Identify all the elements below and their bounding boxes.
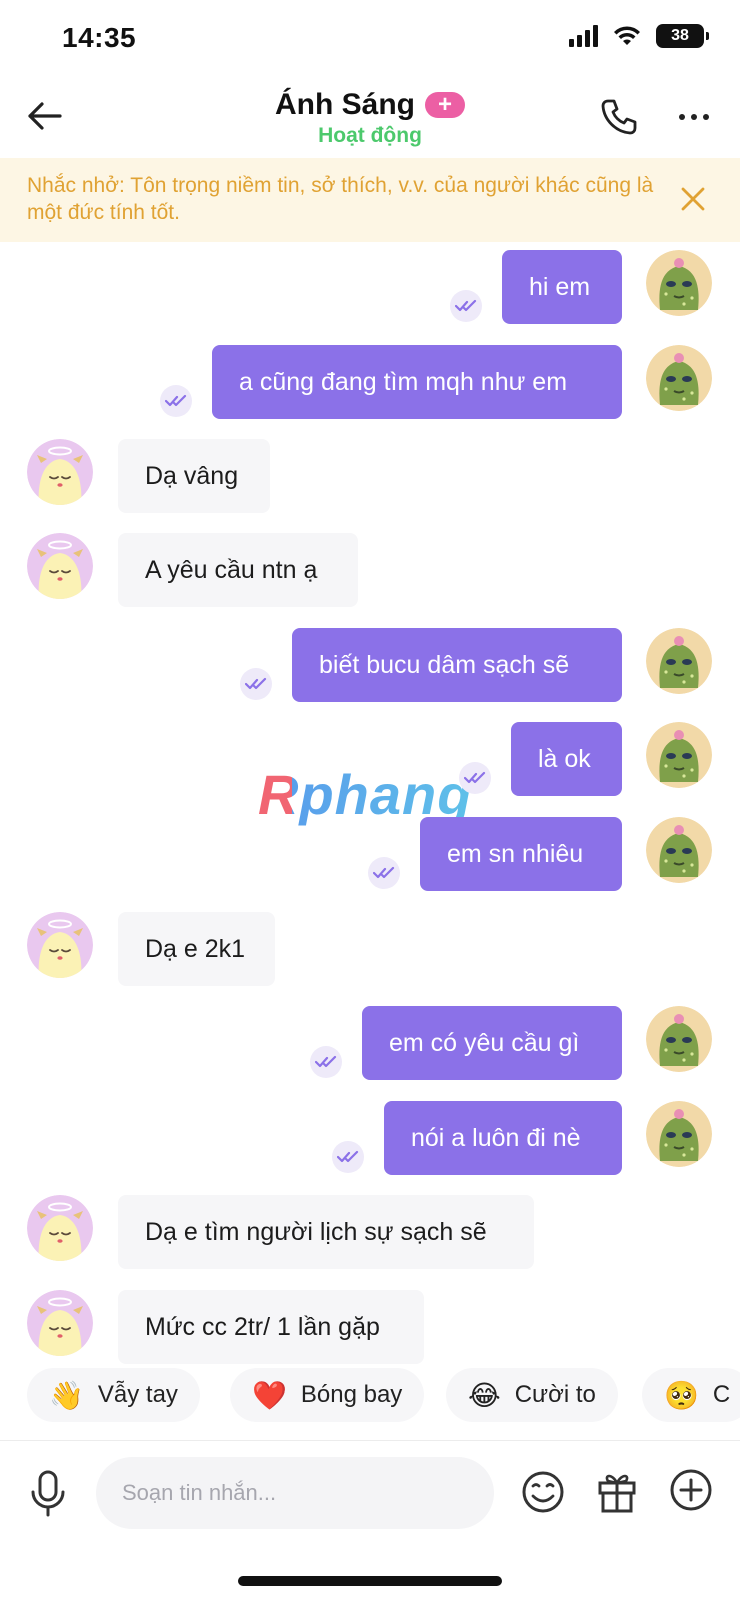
contact-name-row: Ánh Sáng + [275, 88, 465, 122]
reaction-emoji-icon: 👋 [49, 1379, 84, 1411]
more-options-button[interactable] [672, 94, 716, 140]
avatar[interactable] [27, 912, 93, 978]
contact-name: Ánh Sáng [275, 88, 415, 121]
close-icon[interactable] [678, 184, 708, 214]
avatar[interactable] [646, 250, 712, 316]
message-incoming: Mức cc 2tr/ 1 lần gặp [0, 1290, 740, 1370]
battery-indicator: 38 [656, 24, 709, 48]
reaction-emoji-icon: ❤️ [252, 1379, 287, 1411]
message-bubble[interactable]: là ok [511, 722, 622, 796]
reminder-banner: Nhắc nhở: Tôn trọng niềm tin, sở thích, … [0, 158, 740, 242]
quick-reaction-chip[interactable]: 👋 Vẫy tay [27, 1368, 200, 1422]
avatar[interactable] [646, 1006, 712, 1072]
message-outgoing: là ok [0, 722, 740, 802]
status-time: 14:35 [62, 22, 137, 53]
message-outgoing: nói a luôn đi nè [0, 1101, 740, 1181]
read-receipt-icon [450, 290, 482, 322]
avatar[interactable] [646, 1101, 712, 1167]
message-bubble[interactable]: hi em [502, 250, 622, 324]
ellipsis-icon-dot [691, 114, 697, 120]
cellular-signal-icon [569, 25, 598, 47]
ellipsis-icon-dot [679, 114, 685, 120]
plus-circle-icon [670, 1469, 712, 1511]
reaction-label: C [712, 1381, 731, 1408]
quick-reaction-chip[interactable]: 🥺 C [642, 1368, 740, 1422]
read-receipt-icon [310, 1046, 342, 1078]
status-icons: 38 [569, 24, 709, 48]
reaction-emoji-icon: 😂 [468, 1379, 501, 1411]
avatar[interactable] [646, 628, 712, 694]
smiley-icon [522, 1471, 564, 1513]
message-outgoing: em sn nhiêu [0, 817, 740, 897]
quick-reaction-chip[interactable]: ❤️ Bóng bay [230, 1368, 425, 1422]
avatar[interactable] [27, 439, 93, 505]
read-receipt-icon [459, 762, 491, 794]
message-composer [0, 1440, 740, 1550]
read-receipt-icon [240, 668, 272, 700]
message-incoming: Dạ vâng [0, 439, 740, 519]
reaction-label: Vẫy tay [97, 1381, 178, 1408]
message-incoming: Dạ e tìm người lịch sự sạch sẽ [0, 1195, 740, 1275]
reminder-text: Nhắc nhở: Tôn trọng niềm tin, sở thích, … [27, 174, 654, 224]
message-incoming: Dạ e 2k1 [0, 912, 740, 992]
add-button[interactable] [668, 1467, 714, 1513]
ellipsis-icon-dot [703, 114, 709, 120]
reaction-emoji-icon: 🥺 [664, 1379, 699, 1411]
message-bubble[interactable]: Mức cc 2tr/ 1 lần gặp [118, 1290, 424, 1364]
message-input[interactable] [96, 1457, 494, 1529]
quick-reaction-bar: 👋 Vẫy tay ❤️ Bóng bay 😂 Cười to 🥺 C [0, 1368, 740, 1424]
message-incoming: A yêu cầu ntn ạ [0, 533, 740, 613]
microphone-icon [31, 1470, 65, 1517]
avatar[interactable] [27, 533, 93, 599]
message-outgoing: a cũng đang tìm mqh như em [0, 345, 740, 425]
message-outgoing: hi em [0, 250, 740, 330]
message-bubble[interactable]: em sn nhiêu [420, 817, 622, 891]
avatar[interactable] [27, 1195, 93, 1261]
avatar[interactable] [646, 817, 712, 883]
message-bubble[interactable]: nói a luôn đi nè [384, 1101, 622, 1175]
message-bubble[interactable]: a cũng đang tìm mqh như em [212, 345, 622, 419]
message-bubble[interactable]: Dạ e tìm người lịch sự sạch sẽ [118, 1195, 534, 1269]
message-outgoing: biết bucu dâm sạch sẽ [0, 628, 740, 708]
status-bar: 14:35 38 [0, 0, 740, 80]
message-bubble[interactable]: A yêu cầu ntn ạ [118, 533, 358, 607]
message-bubble[interactable]: em có yêu cầu gì [362, 1006, 622, 1080]
message-list[interactable]: Rphang hi em a cũng đang tìm mqh như em Dạ… [0, 242, 740, 1442]
avatar[interactable] [27, 1290, 93, 1356]
call-button[interactable] [596, 94, 642, 140]
message-bubble[interactable]: Dạ e 2k1 [118, 912, 275, 986]
read-receipt-icon [160, 385, 192, 417]
read-receipt-icon [368, 857, 400, 889]
reaction-label: Cười to [514, 1381, 596, 1408]
wifi-icon [614, 26, 640, 45]
home-indicator [238, 1576, 502, 1586]
gift-icon [598, 1474, 636, 1513]
phone-icon [601, 99, 637, 135]
voice-button[interactable] [28, 1469, 68, 1519]
message-bubble[interactable]: Dạ vâng [118, 439, 270, 513]
plus-badge: + [425, 92, 465, 118]
avatar[interactable] [646, 345, 712, 411]
read-receipt-icon [332, 1141, 364, 1173]
chat-header: Ánh Sáng + Hoạt động [0, 80, 740, 158]
gift-button[interactable] [594, 1467, 640, 1515]
quick-reaction-chip[interactable]: 😂 Cười to [446, 1368, 618, 1422]
message-bubble[interactable]: biết bucu dâm sạch sẽ [292, 628, 622, 702]
avatar[interactable] [646, 722, 712, 788]
emoji-button[interactable] [520, 1469, 566, 1515]
message-outgoing: em có yêu cầu gì [0, 1006, 740, 1086]
reaction-label: Bóng bay [300, 1381, 403, 1408]
